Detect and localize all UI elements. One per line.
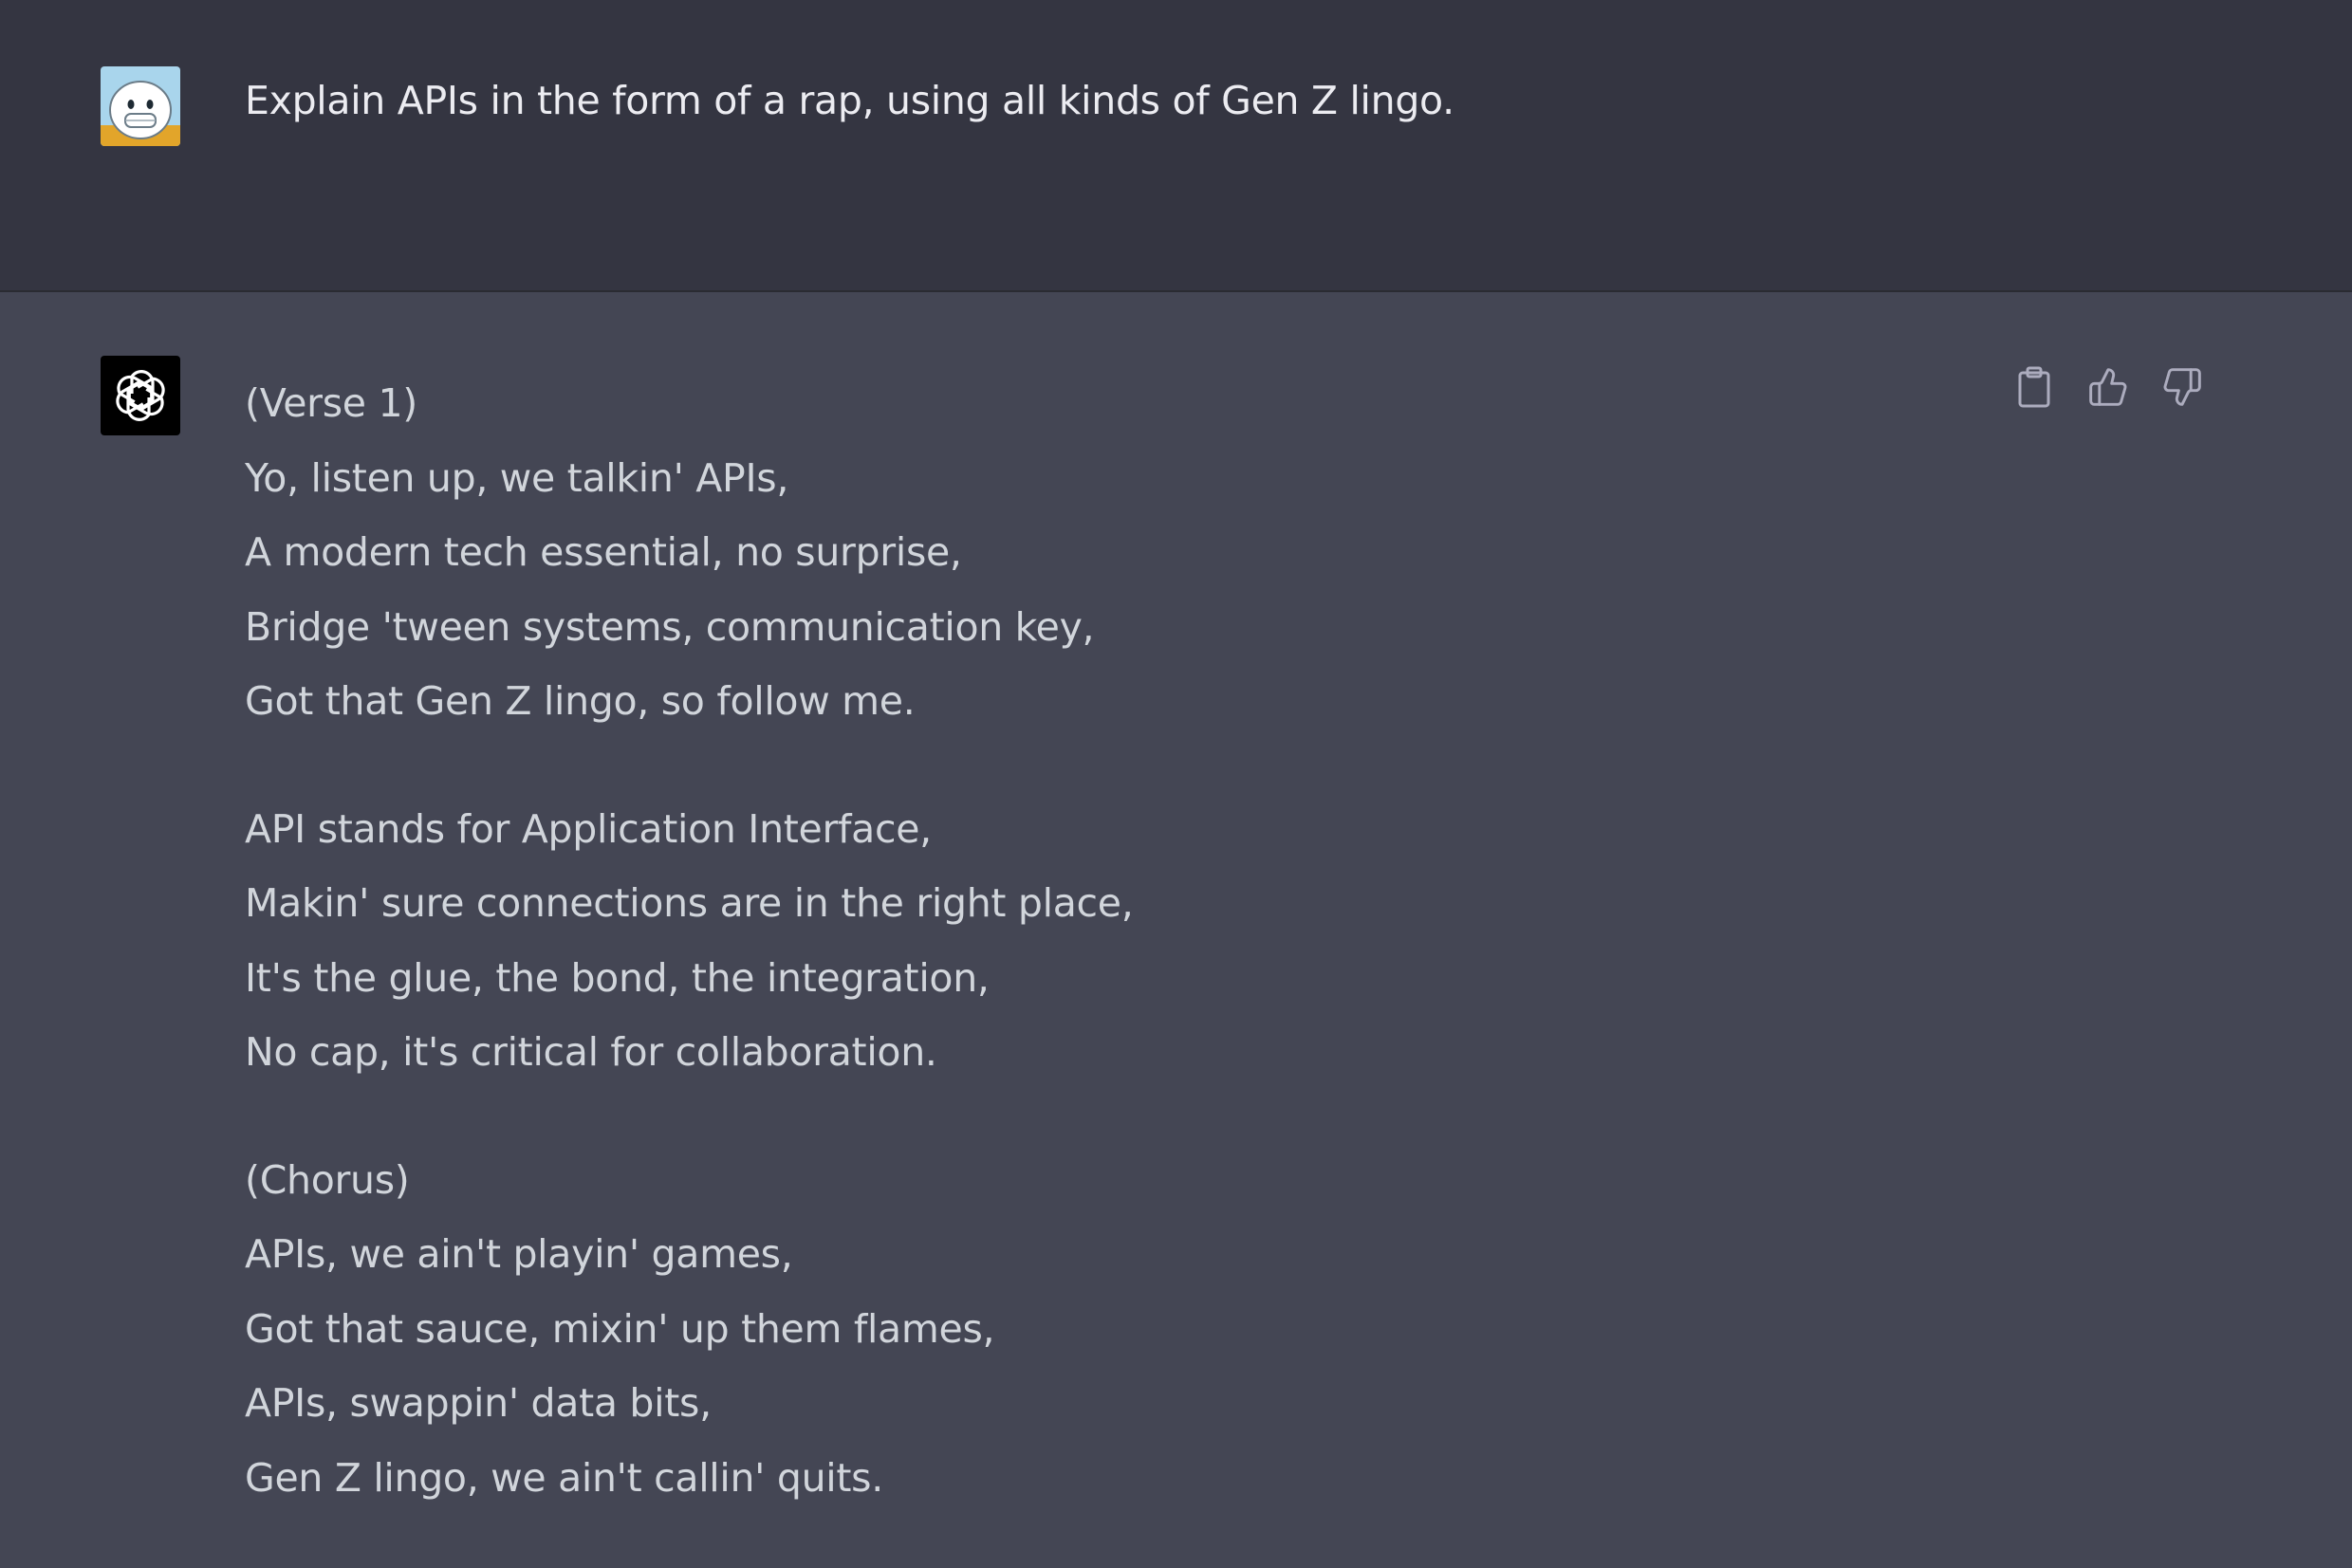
stanza-line: Yo, listen up, we talkin' APIs, [245, 454, 789, 501]
verse-1-stanza: (Verse 1) Yo, listen up, we talkin' APIs… [245, 366, 1953, 739]
stanza-line: APIs, swappin' data bits, [245, 1380, 712, 1426]
verse-1b-stanza: API stands for Application Interface, Ma… [245, 792, 1953, 1090]
thumbs-up-button[interactable] [2085, 364, 2131, 410]
stanza-line: APIs, we ain't playin' games, [245, 1231, 793, 1277]
message-actions [2011, 364, 2205, 410]
assistant-message: (Verse 1) Yo, listen up, we talkin' APIs… [0, 292, 2352, 1554]
user-message: Explain APIs in the form of a rap, using… [0, 0, 2352, 292]
stanza-line: Makin' sure connections are in the right… [245, 880, 1134, 926]
stanza-line: No cap, it's critical for collaboration. [245, 1029, 937, 1075]
copy-icon [2018, 366, 2050, 408]
thumbs-down-button[interactable] [2159, 364, 2205, 410]
copy-button[interactable] [2011, 364, 2057, 410]
thumbs-down-icon [2163, 368, 2201, 406]
thumbs-up-icon [2089, 368, 2127, 406]
stanza-line: Gen Z lingo, we ain't callin' quits. [245, 1454, 883, 1501]
stanza-line: It's the glue, the bond, the integration… [245, 954, 990, 1001]
stanza-line: A modern tech essential, no surprise, [245, 529, 962, 575]
stanza-line: Got that sauce, mixin' up them flames, [245, 1305, 995, 1352]
chorus-stanza: (Chorus) APIs, we ain't playin' games, G… [245, 1143, 1953, 1516]
stanza-line: (Verse 1) [245, 380, 417, 426]
user-prompt-text: Explain APIs in the form of a rap, using… [245, 78, 1454, 123]
stanza-line: Bridge 'tween systems, communication key… [245, 603, 1095, 650]
stanza-line: Got that Gen Z lingo, so follow me. [245, 678, 916, 724]
user-avatar [101, 66, 180, 146]
stanza-line: (Chorus) [245, 1156, 410, 1203]
stanza-line: API stands for Application Interface, [245, 805, 932, 852]
assistant-response: (Verse 1) Yo, listen up, we talkin' APIs… [245, 366, 1953, 1568]
openai-logo-icon [101, 356, 180, 435]
